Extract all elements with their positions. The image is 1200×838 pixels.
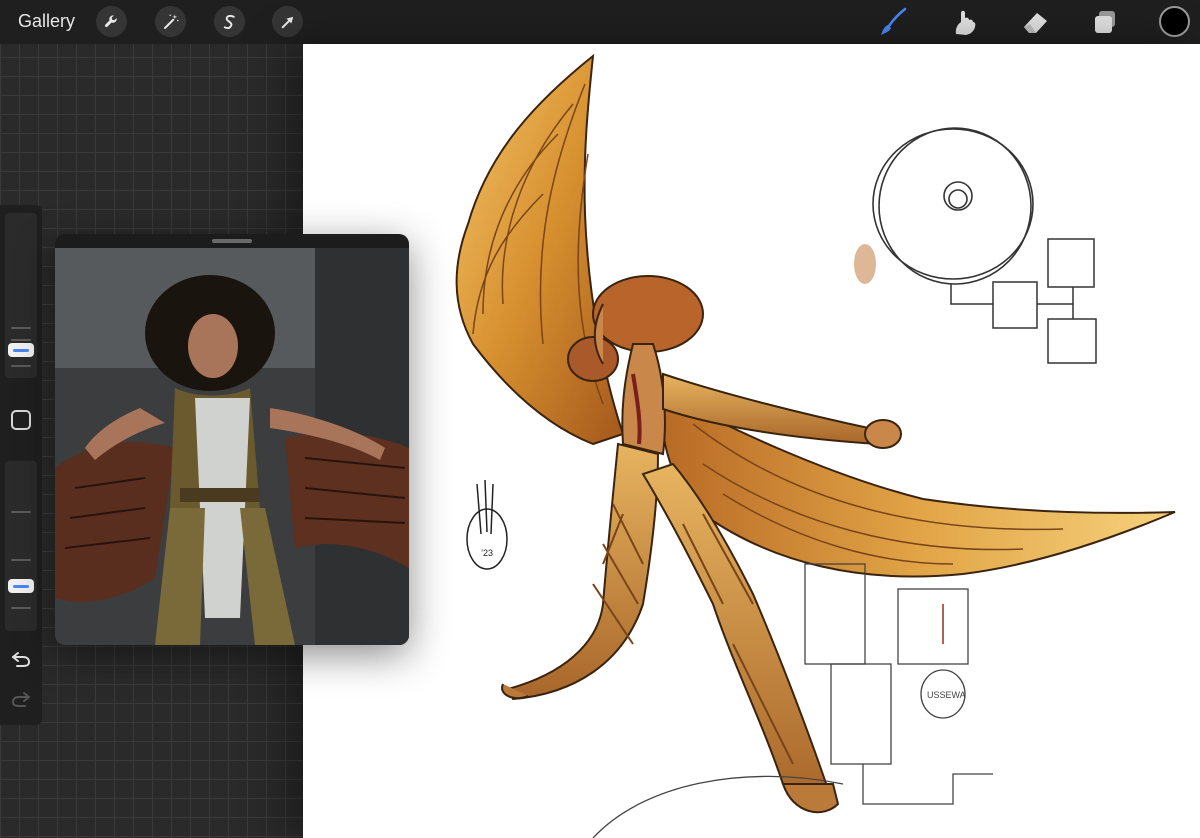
opacity-thumb[interactable] (8, 579, 34, 593)
layers-icon (1095, 11, 1115, 33)
smudge-button[interactable] (948, 6, 982, 38)
svg-text:USSEWA: USSEWA (927, 690, 966, 700)
circle-sketch (872, 127, 1034, 285)
magic-wand-icon (163, 14, 178, 29)
brush-button[interactable] (876, 6, 910, 38)
box-diagram-sketch (950, 238, 1097, 364)
smudge-finger-icon (955, 10, 976, 35)
upper-wing (455, 53, 625, 446)
actions-button[interactable] (96, 6, 127, 37)
wrench-icon (104, 14, 117, 27)
left-sidebar (0, 205, 42, 725)
color-sample-dab (854, 244, 876, 284)
selection-button[interactable] (214, 6, 245, 37)
gallery-button[interactable]: Gallery (18, 11, 75, 32)
transform-button[interactable] (272, 6, 303, 37)
color-picker-swatch[interactable] (1159, 6, 1190, 37)
reference-photo (55, 248, 409, 645)
arrow-cursor-icon (281, 16, 293, 28)
selection-s-icon (223, 14, 235, 29)
brush-icon (881, 7, 907, 35)
opacity-slider[interactable] (5, 461, 37, 631)
svg-text:’23: ’23 (481, 548, 493, 558)
eraser-icon (1024, 13, 1047, 33)
drag-handle-icon[interactable] (212, 239, 252, 243)
drawing-canvas[interactable]: ’23 USSEWA (303, 44, 1200, 838)
redo-icon[interactable] (9, 687, 33, 711)
top-toolbar: Gallery (0, 0, 1200, 44)
signature: ’23 (466, 479, 508, 570)
adjustments-button[interactable] (155, 6, 186, 37)
undo-icon[interactable] (9, 647, 33, 671)
modify-button[interactable] (11, 410, 31, 430)
artwork: ’23 USSEWA (455, 53, 1176, 838)
layers-button[interactable] (1088, 6, 1122, 38)
brush-size-thumb[interactable] (8, 343, 34, 357)
eraser-button[interactable] (1018, 6, 1052, 38)
brush-size-slider[interactable] (5, 213, 37, 378)
reference-panel[interactable] (55, 234, 409, 645)
